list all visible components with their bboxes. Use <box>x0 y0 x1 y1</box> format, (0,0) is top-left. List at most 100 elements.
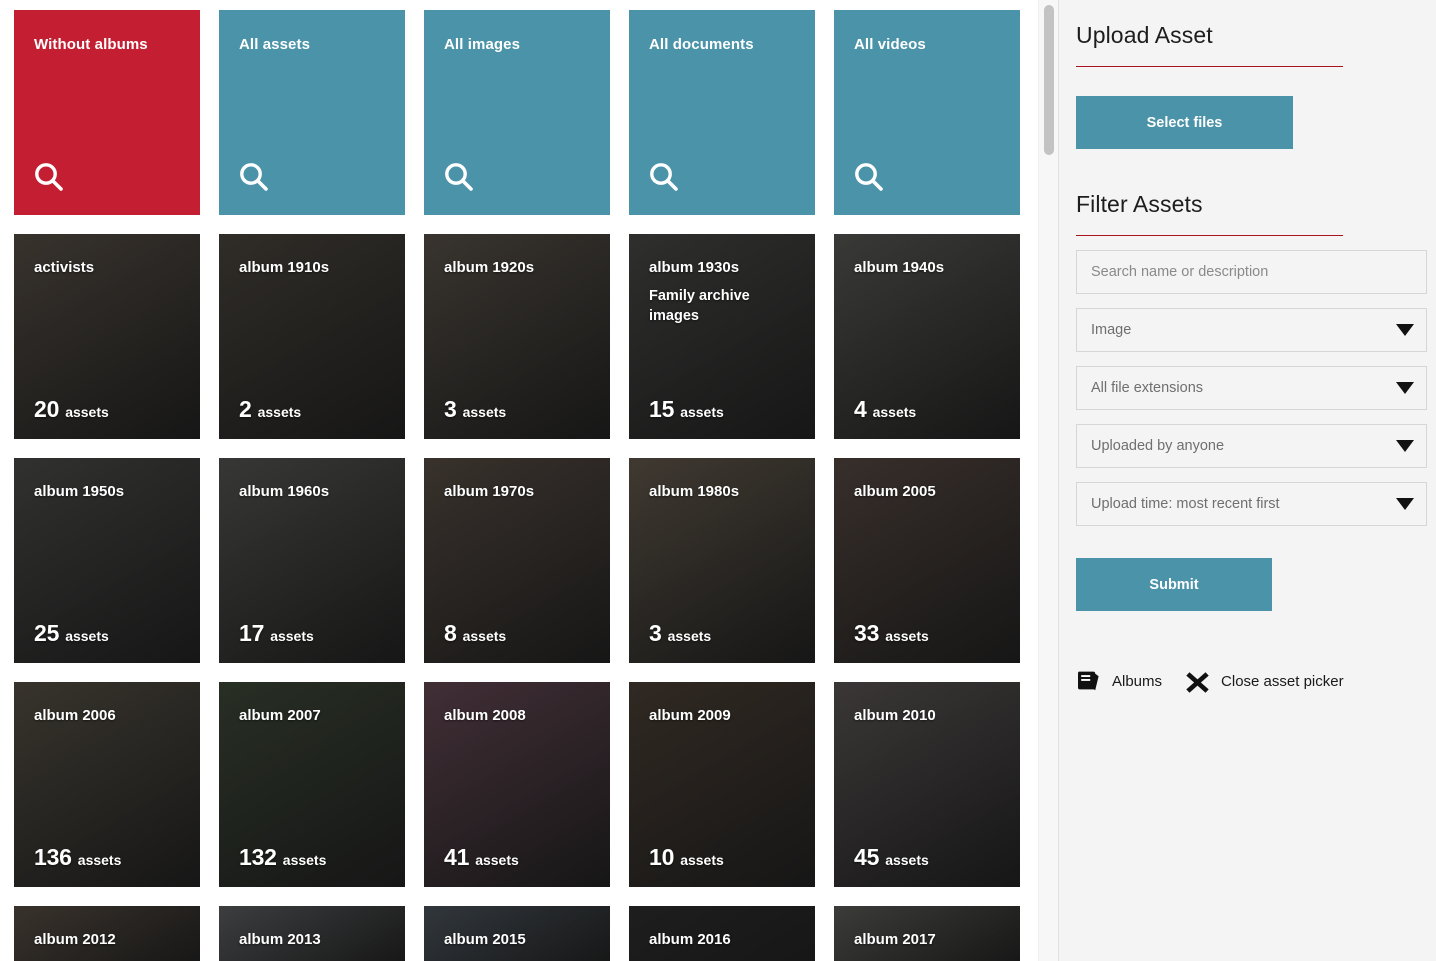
album-count-number: 25 <box>34 620 60 646</box>
album-count-label: assets <box>257 404 302 420</box>
search-icon[interactable] <box>853 161 885 193</box>
album-count-label: assets <box>885 628 929 644</box>
shortcut-tile-label: All assets <box>239 36 311 53</box>
album-title: album 2009 <box>649 707 731 724</box>
albums-action[interactable]: Albums <box>1076 669 1162 693</box>
album-title: album 1920s <box>444 259 535 276</box>
shortcut-tile-label: All documents <box>649 36 754 53</box>
album-asset-count: 25 assets <box>34 620 109 647</box>
album-title: album 1910s <box>239 259 330 276</box>
search-icon[interactable] <box>648 161 680 193</box>
album-count-number: 4 <box>854 396 867 422</box>
album-tile[interactable]: album 2006 136 assets <box>14 682 200 887</box>
search-icon[interactable] <box>238 161 270 193</box>
select-files-button[interactable]: Select files <box>1076 96 1293 149</box>
album-tile[interactable]: album 1980s 3 assets <box>629 458 815 663</box>
album-tile[interactable]: album 2013 <box>219 906 405 961</box>
search-field[interactable] <box>1076 250 1427 294</box>
album-tile[interactable]: album 2009 10 assets <box>629 682 815 887</box>
album-title: album 2006 <box>34 707 116 724</box>
album-tile[interactable]: album 1930s Family archive images 15 assets <box>629 234 815 439</box>
album-title: album 1950s <box>34 483 125 500</box>
album-count-number: 10 <box>649 844 675 870</box>
album-count-label: assets <box>65 628 109 644</box>
sidebar: Upload Asset Select files Filter Assets … <box>1059 0 1436 961</box>
tile-grid: Without albums All assets All images All do… <box>14 10 1024 961</box>
shortcut-tile-4[interactable]: All videos <box>834 10 1020 215</box>
album-tile[interactable]: album 2010 45 assets <box>834 682 1020 887</box>
album-tile[interactable]: album 2007 132 assets <box>219 682 405 887</box>
album-title: album 1980s <box>649 483 740 500</box>
album-tile[interactable]: album 1970s 8 assets <box>424 458 610 663</box>
album-title: album 2005 <box>854 483 936 500</box>
search-icon[interactable] <box>443 161 475 193</box>
chevron-down-icon <box>1396 498 1414 510</box>
album-tile[interactable]: album 1960s 17 assets <box>219 458 405 663</box>
album-count-label: assets <box>282 852 327 868</box>
album-count-label: assets <box>667 628 712 644</box>
shortcut-tile-0[interactable]: Without albums <box>14 10 200 215</box>
album-tile[interactable]: album 1950s 25 assets <box>14 458 200 663</box>
filter-assets-heading: Filter Assets <box>1076 191 1203 217</box>
album-title: album 2015 <box>444 931 526 948</box>
album-asset-count: 10 assets <box>649 844 724 871</box>
album-tile[interactable]: album 1920s 3 assets <box>424 234 610 439</box>
album-count-number: 3 <box>444 396 457 422</box>
album-title: album 2010 <box>854 707 936 724</box>
vertical-scrollbar-track[interactable] <box>1038 0 1058 961</box>
close-icon <box>1185 669 1211 693</box>
vertical-scrollbar-thumb[interactable] <box>1044 5 1054 155</box>
album-tile[interactable]: album 2008 41 assets <box>424 682 610 887</box>
sort-order-select[interactable]: Upload time: most recent first <box>1076 482 1427 526</box>
album-tile[interactable]: album 2017 <box>834 906 1020 961</box>
shortcut-tile-3[interactable]: All documents <box>629 10 815 215</box>
album-asset-count: 41 assets <box>444 844 519 871</box>
album-count-number: 17 <box>239 620 265 646</box>
album-tile[interactable]: album 2015 <box>424 906 610 961</box>
album-title: album 1970s <box>444 483 535 500</box>
submit-button[interactable]: Submit <box>1076 558 1272 611</box>
album-asset-count: 4 assets <box>854 396 916 423</box>
album-asset-count: 17 assets <box>239 620 314 647</box>
album-count-label: assets <box>270 628 314 644</box>
album-tile[interactable]: album 2005 33 assets <box>834 458 1020 663</box>
album-count-number: 20 <box>34 396 60 422</box>
upload-asset-heading: Upload Asset <box>1076 22 1213 48</box>
album-asset-count: 33 assets <box>854 620 929 647</box>
album-title: album 1930s <box>649 259 740 276</box>
album-count-label: assets <box>77 852 122 868</box>
shortcut-tile-2[interactable]: All images <box>424 10 610 215</box>
album-tile[interactable]: album 1910s 2 assets <box>219 234 405 439</box>
upload-heading-rule <box>1076 66 1343 67</box>
album-asset-count: 136 assets <box>34 844 121 871</box>
album-count-label: assets <box>475 852 519 868</box>
shortcut-tile-1[interactable]: All assets <box>219 10 405 215</box>
album-title: album 1960s <box>239 483 330 500</box>
album-tile[interactable]: album 2016 <box>629 906 815 961</box>
album-title: activists <box>34 259 95 276</box>
asset-grid-pane: Without albums All assets All images All do… <box>0 0 1038 961</box>
album-count-label: assets <box>462 404 507 420</box>
album-title: album 1940s <box>854 259 945 276</box>
asset-picker-app: Without albums All assets All images All do… <box>0 0 1436 961</box>
sidebar-actions: Albums Close asset picker <box>1076 669 1406 693</box>
album-tile[interactable]: activists 20 assets <box>14 234 200 439</box>
album-count-label: assets <box>680 404 724 420</box>
file-extension-select[interactable]: All file extensions <box>1076 366 1427 410</box>
album-asset-count: 45 assets <box>854 844 929 871</box>
album-title: album 2017 <box>854 931 936 948</box>
asset-type-select[interactable]: Image <box>1076 308 1427 352</box>
search-input[interactable] <box>1091 251 1412 293</box>
chevron-down-icon <box>1396 324 1414 336</box>
album-count-number: 3 <box>649 620 662 646</box>
uploaded-by-select[interactable]: Uploaded by anyone <box>1076 424 1427 468</box>
shortcut-tile-label: Without albums <box>34 36 148 53</box>
album-count-number: 41 <box>444 844 470 870</box>
album-tile[interactable]: album 1940s 4 assets <box>834 234 1020 439</box>
asset-type-value: Image <box>1091 322 1132 338</box>
album-asset-count: 132 assets <box>239 844 326 871</box>
close-asset-picker-action[interactable]: Close asset picker <box>1185 669 1344 693</box>
search-icon[interactable] <box>33 161 65 193</box>
album-asset-count: 3 assets <box>649 620 711 647</box>
album-tile[interactable]: album 2012 <box>14 906 200 961</box>
